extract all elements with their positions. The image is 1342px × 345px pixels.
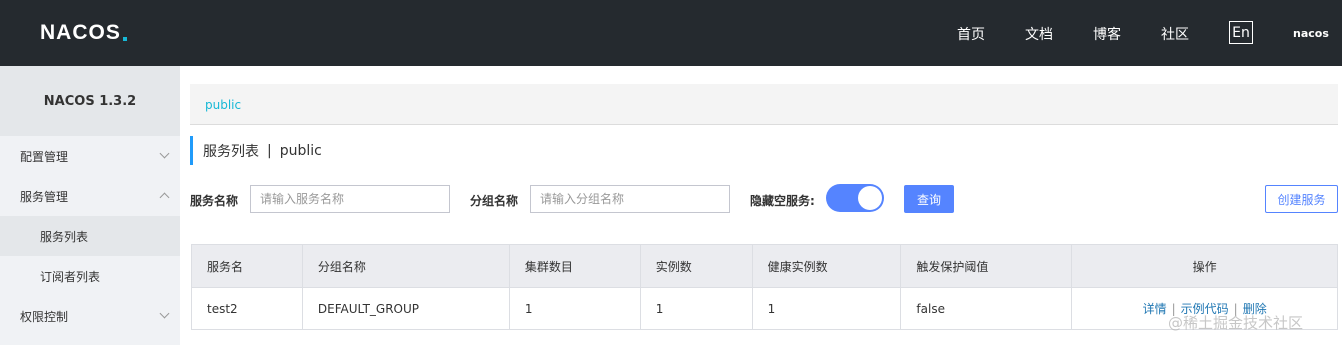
hide-empty-label: 隐藏空服务: — [750, 194, 815, 208]
sidebar-title: NACOS 1.3.2 — [0, 66, 180, 136]
hide-empty-toggle[interactable] — [826, 184, 884, 212]
cell-cluster-count: 1 — [508, 287, 641, 330]
namespace-bar: public — [190, 84, 1338, 125]
column-header: 操作 — [1071, 244, 1338, 288]
column-header: 集群数目 — [508, 244, 641, 288]
service-table: 服务名 分组名称 集群数目 实例数 健康实例数 触发保护阈值 操作 test2 … — [191, 244, 1338, 330]
sidebar-item-access-control[interactable]: 权限控制 — [0, 296, 180, 336]
sidebar-item-label: 配置管理 — [20, 149, 69, 164]
group-name-input[interactable] — [530, 185, 730, 213]
column-header: 实例数 — [639, 244, 753, 288]
nav-home-link[interactable]: 首页 — [957, 24, 985, 44]
sidebar-item-service-management[interactable]: 服务管理 — [0, 176, 180, 216]
logo-text: NACOS — [40, 21, 121, 44]
title-separator: | — [267, 142, 272, 159]
sidebar-item-label: 服务管理 — [20, 189, 69, 204]
cell-instance-count: 1 — [639, 287, 753, 330]
column-header: 健康实例数 — [751, 244, 902, 288]
cell-service-name: test2 — [191, 287, 303, 330]
sidebar-item-label: 权限控制 — [20, 309, 69, 324]
sidebar-item-label: 服务列表 — [40, 229, 89, 244]
page-title-namespace: public — [279, 142, 322, 159]
group-name-label: 分组名称 — [470, 194, 519, 208]
sidebar-item-subscriber-list[interactable]: 订阅者列表 — [0, 256, 180, 296]
user-name[interactable]: nacos — [1293, 27, 1329, 40]
language-switch-button[interactable]: En — [1229, 21, 1253, 44]
query-button[interactable]: 查询 — [904, 185, 954, 213]
sidebar-item-service-list[interactable]: 服务列表 — [0, 216, 180, 256]
chevron-up-icon — [159, 192, 170, 203]
detail-link[interactable]: 详情 — [1143, 302, 1167, 316]
watermark: @稀土掘金技术社区 — [1168, 314, 1304, 332]
cell-healthy-count: 1 — [751, 287, 902, 330]
column-header: 服务名 — [191, 244, 303, 288]
service-name-input[interactable] — [250, 185, 450, 213]
page-title: 服务列表 | public — [190, 136, 322, 165]
nav-community-link[interactable]: 社区 — [1161, 24, 1189, 44]
logo-dot — [122, 37, 127, 41]
top-header: NACOS 首页 文档 博客 社区 En nacos — [0, 0, 1342, 66]
cell-group-name: DEFAULT_GROUP — [301, 287, 510, 330]
create-service-button[interactable]: 创建服务 — [1265, 185, 1338, 213]
cell-protect-threshold: false — [900, 287, 1073, 330]
page-title-text: 服务列表 — [203, 143, 259, 160]
column-header: 分组名称 — [301, 244, 510, 288]
chevron-down-icon — [159, 308, 170, 319]
toggle-knob — [858, 186, 882, 210]
table-row: test2 DEFAULT_GROUP 1 1 1 false 详情 | 示例代码 |… — [191, 287, 1338, 330]
sidebar-item-label: 订阅者列表 — [40, 269, 101, 284]
service-name-label: 服务名称 — [190, 194, 239, 208]
chevron-down-icon — [159, 148, 170, 159]
table-header-row: 服务名 分组名称 集群数目 实例数 健康实例数 触发保护阈值 操作 — [191, 244, 1338, 288]
sidebar-item-config-management[interactable]: 配置管理 — [0, 136, 180, 176]
nacos-logo[interactable]: NACOS — [40, 20, 127, 46]
sidebar: NACOS 1.3.2 配置管理 服务管理 服务列表 订阅者列表 权限控制 — [0, 66, 180, 345]
column-header: 触发保护阈值 — [900, 244, 1073, 288]
namespace-link-public[interactable]: public — [205, 98, 241, 112]
nav-docs-link[interactable]: 文档 — [1025, 24, 1053, 44]
nav-blog-link[interactable]: 博客 — [1093, 24, 1121, 44]
